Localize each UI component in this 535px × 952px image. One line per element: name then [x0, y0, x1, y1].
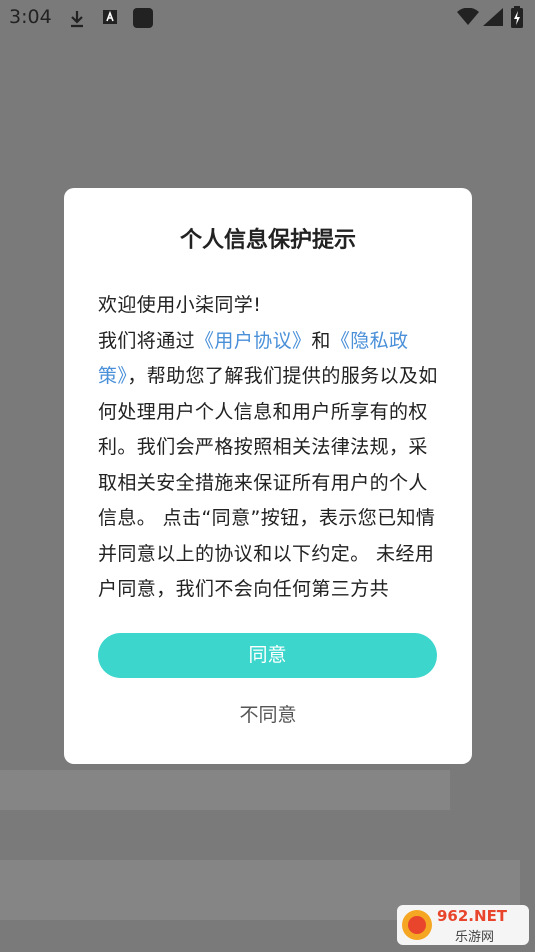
dialog-content[interactable]: 欢迎使用小柒同学! 我们将通过《用户协议》和《隐私政策》，帮助您了解我们提供的服… — [98, 288, 442, 598]
welcome-text: 欢迎使用小柒同学! — [98, 294, 262, 316]
wifi-icon — [457, 7, 479, 31]
app-square-icon — [132, 7, 154, 34]
watermark-brand: 962.NET — [437, 907, 508, 925]
battery-charging-icon — [511, 6, 523, 33]
disagree-button[interactable]: 不同意 — [64, 700, 472, 727]
agree-button[interactable]: 同意 — [98, 633, 437, 678]
accessibility-icon — [102, 9, 118, 30]
dialog-title: 个人信息保护提示 — [179, 228, 356, 253]
download-icon — [68, 9, 86, 34]
signal-icon — [483, 8, 503, 31]
body-text-intro: 我们将通过 — [98, 329, 196, 352]
privacy-dialog: 个人信息保护提示 欢迎使用小柒同学! 我们将通过《用户协议》和《隐私政策》，帮助… — [64, 188, 472, 764]
status-time: 3:04 — [9, 6, 52, 28]
background-block — [0, 770, 450, 810]
watermark-sub: 乐游网 — [455, 930, 495, 945]
status-bar: 3:04 — [0, 0, 535, 36]
body-text: 我们将通过《用户协议》和《隐私政策》，帮助您了解我们提供的服务以及如何处理用户个… — [98, 324, 442, 599]
user-agreement-link[interactable]: 《用户协议》 — [195, 330, 311, 352]
watermark-logo: 962.NET 乐游网 — [397, 903, 529, 947]
body-text-rest: ，帮助您了解我们提供的服务以及如何处理用户个人信息和用户所享有的权利。我们会严格… — [98, 365, 438, 598]
body-text-and: 和 — [311, 329, 331, 352]
